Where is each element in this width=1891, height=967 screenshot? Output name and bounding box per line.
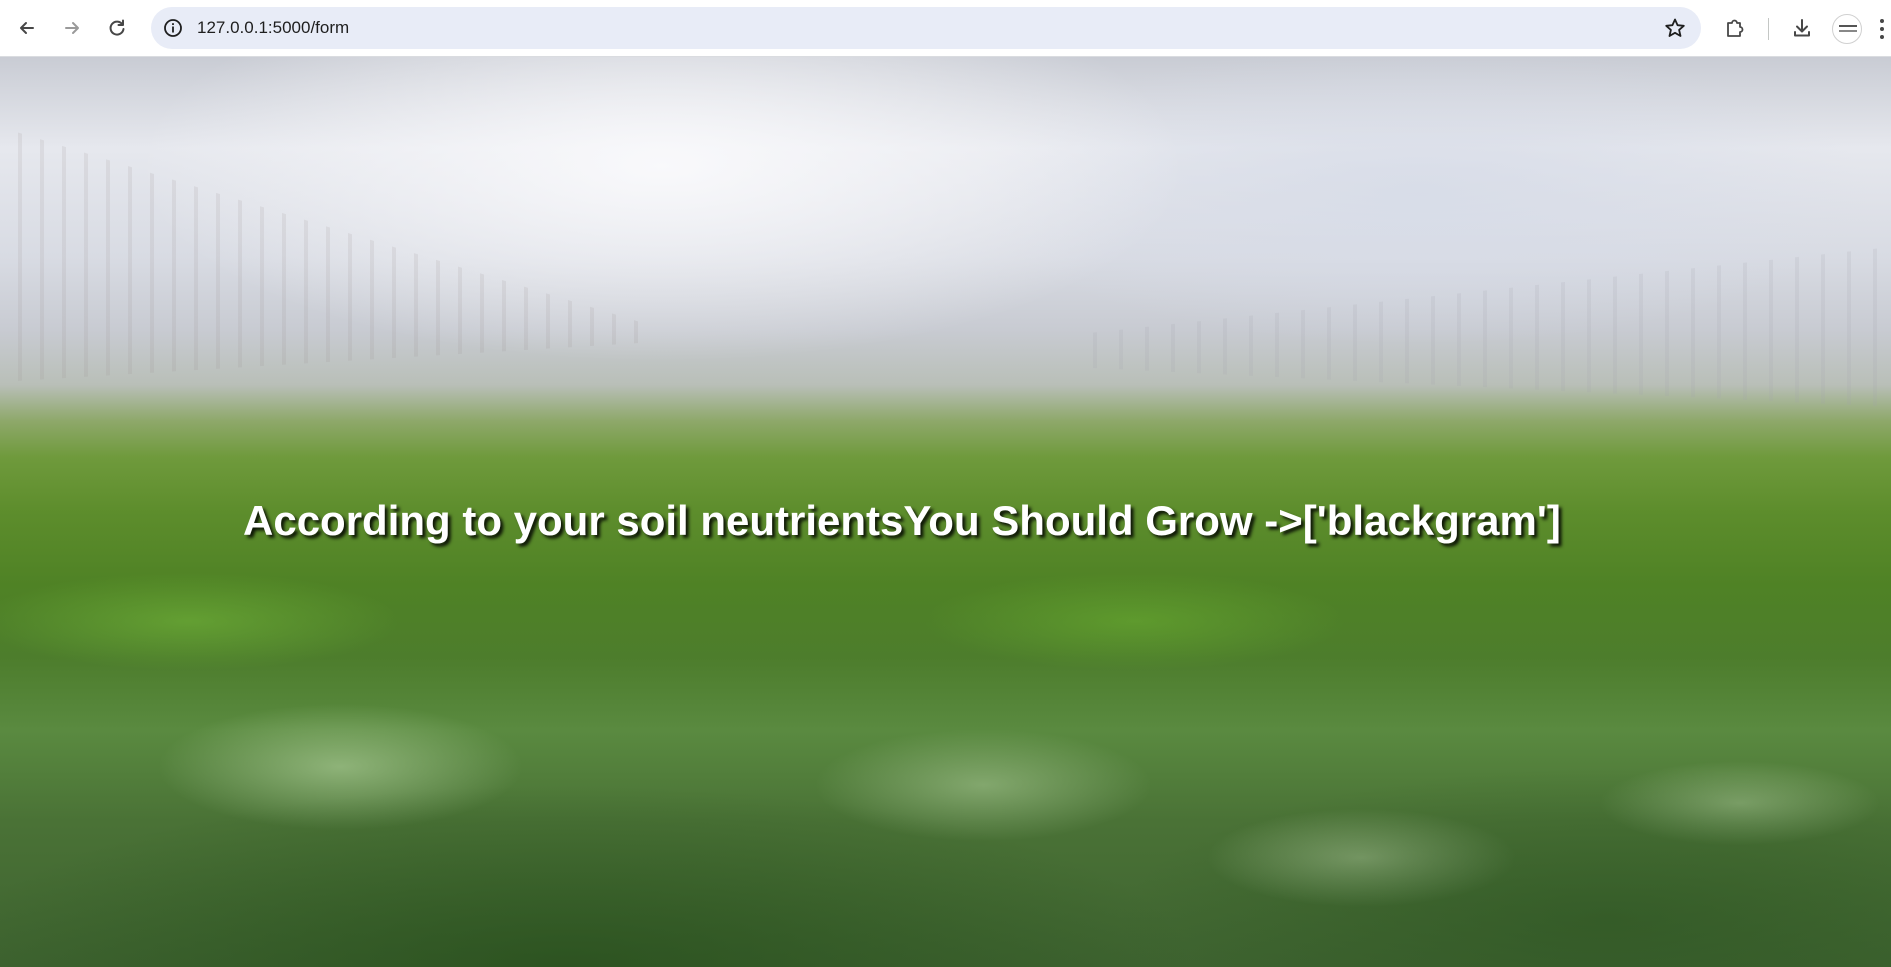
result-middle: You Should Grow -> [903,497,1303,544]
reload-button[interactable] [100,11,134,45]
url-text[interactable]: 127.0.0.1:5000/form [197,18,349,38]
address-bar[interactable]: 127.0.0.1:5000/form [151,7,1701,49]
extensions-button[interactable] [1718,11,1752,45]
recommended-crop: ['blackgram'] [1302,497,1561,544]
back-arrow-icon [20,22,34,34]
profile-avatar[interactable] [1832,14,1862,44]
info-icon [164,19,182,37]
back-button[interactable] [10,11,44,45]
kebab-menu-icon[interactable] [1880,18,1884,40]
recommendation-heading: According to your soil neutrientsYou Sho… [0,497,1891,545]
page-content: According to your soil neutrientsYou Sho… [0,57,1891,967]
star-icon [1665,18,1685,37]
puzzle-icon [1727,19,1744,37]
site-info-button[interactable] [162,17,184,39]
reload-icon [109,19,125,36]
browser-toolbar: 127.0.0.1:5000/form [0,0,1891,57]
downloads-button[interactable] [1785,11,1819,45]
toolbar-divider [1768,18,1769,40]
download-icon [1794,19,1810,37]
result-prefix: According to your soil neutrients [243,497,904,544]
forward-button[interactable] [55,11,89,45]
avatar-image [1839,25,1857,27]
bookmark-button[interactable] [1663,16,1687,40]
forward-arrow-icon [65,22,79,34]
